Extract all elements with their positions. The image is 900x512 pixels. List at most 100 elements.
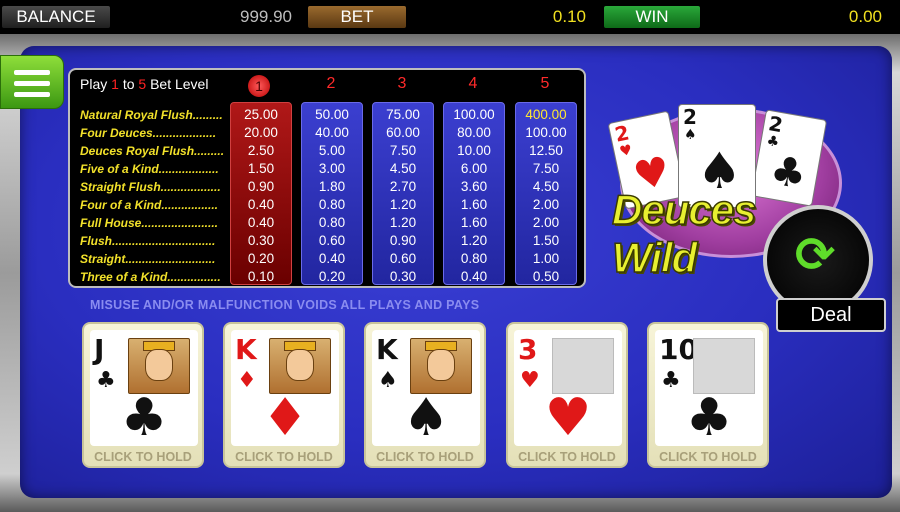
payout-cell: 25.00 [244, 107, 278, 122]
bet-level-3[interactable]: 3 [371, 75, 433, 93]
payout-cell: 20.00 [244, 125, 278, 140]
card-rank: K [376, 333, 398, 366]
payout-cell: 40.00 [315, 125, 349, 140]
play-instruction: Play 1 to 5 Bet Level [80, 76, 208, 92]
bet-label: BET [308, 6, 406, 28]
win-value: 0.00 [848, 7, 882, 26]
payout-cell: 0.50 [532, 269, 560, 284]
bet-level-5[interactable]: 5 [514, 75, 576, 93]
payout-cell: 1.50 [532, 233, 560, 248]
payout-cell: 60.00 [386, 125, 420, 140]
card-suit-small: ♦ [237, 368, 257, 393]
card-slot-5[interactable]: 10 ♣ ♣ CLICK TO HOLD [647, 322, 769, 468]
playing-card[interactable]: J ♣ ♣ [90, 330, 198, 446]
payout-cell: 1.20 [389, 215, 417, 230]
hold-label[interactable]: CLICK TO HOLD [508, 450, 626, 464]
payout-cell: 0.80 [318, 215, 346, 230]
hand-name: Three of a Kind................ [80, 270, 221, 284]
payout-cell: 7.50 [389, 143, 417, 158]
playing-card[interactable]: K ♠ ♠ [372, 330, 480, 446]
balance-label: BALANCE [2, 6, 110, 28]
play-to: to [122, 76, 135, 92]
court-figure-icon [410, 338, 472, 394]
payout-cell: 0.30 [247, 233, 275, 248]
payout-cell: 1.20 [460, 233, 488, 248]
bet-level-2[interactable]: 2 [300, 75, 362, 93]
hold-label[interactable]: CLICK TO HOLD [649, 450, 767, 464]
refresh-icon: ⟳ [795, 227, 836, 283]
card-suit-small: ♠ [378, 368, 398, 393]
bet-level-4[interactable]: 4 [442, 75, 504, 93]
payout-cell: 1.00 [532, 251, 560, 266]
card-panel [693, 338, 755, 394]
payout-column-1: 25.00 20.00 2.50 1.50 0.90 0.40 0.40 0.30 0.20 0.… [230, 102, 292, 285]
hold-label[interactable]: CLICK TO HOLD [225, 450, 343, 464]
payout-cell: 2.50 [247, 143, 275, 158]
balance-value: 999.90 [240, 7, 292, 26]
win-label: WIN [604, 6, 700, 28]
card-panel [552, 338, 614, 394]
payout-cell: 80.00 [457, 125, 491, 140]
payout-cell: 0.60 [389, 251, 417, 266]
payout-cell: 2.70 [389, 179, 417, 194]
card-suit-big: ♦ [261, 388, 309, 448]
court-figure-icon [128, 338, 190, 394]
payout-cell: 100.00 [525, 125, 567, 140]
payout-cell: 1.60 [460, 197, 488, 212]
payout-cell: 0.40 [460, 269, 488, 284]
bet-level-1[interactable]: 1 [228, 75, 290, 97]
playing-card[interactable]: K ♦ ♦ [231, 330, 339, 446]
hold-label[interactable]: CLICK TO HOLD [84, 450, 202, 464]
payout-cell: 0.90 [389, 233, 417, 248]
hamburger-icon-bar [14, 81, 50, 86]
card-slot-4[interactable]: 3 ♥ ♥ CLICK TO HOLD [506, 322, 628, 468]
payout-cell: 4.50 [389, 161, 417, 176]
hamburger-icon-bar [14, 70, 50, 75]
playing-card[interactable]: 10 ♣ ♣ [655, 330, 763, 446]
payout-cell: 0.40 [247, 215, 275, 230]
court-figure-icon [269, 338, 331, 394]
hand-names-list: Natural Royal Flush......... Four Deuces… [80, 106, 230, 286]
payout-cell: 12.50 [529, 143, 563, 158]
payout-cell: 5.00 [318, 143, 346, 158]
card-slot-3[interactable]: K ♠ ♠ CLICK TO HOLD [364, 322, 486, 468]
payout-cell: 0.20 [247, 251, 275, 266]
payout-column-3: 75.00 60.00 7.50 4.50 2.70 1.20 1.20 0.90 0.60 0.… [372, 102, 434, 285]
play-prefix: Play [80, 76, 108, 92]
hand-name: Deuces Royal Flush......... [80, 144, 225, 158]
playing-card[interactable]: 3 ♥ ♥ [514, 330, 622, 446]
payout-cell: 3.00 [318, 161, 346, 176]
payout-cell: 3.60 [460, 179, 488, 194]
payout-cell: 0.80 [318, 197, 346, 212]
payout-cell: 1.60 [460, 215, 488, 230]
card-slot-1[interactable]: J ♣ ♣ CLICK TO HOLD [82, 322, 204, 468]
card-suit-big: ♠ [402, 388, 450, 448]
card-suit-big: ♣ [685, 388, 733, 448]
deal-label-button[interactable]: Deal [776, 298, 886, 332]
payout-cell: 0.30 [389, 269, 417, 284]
payout-cell: 0.40 [247, 197, 275, 212]
card-slot-2[interactable]: K ♦ ♦ CLICK TO HOLD [223, 322, 345, 468]
top-status-bar: BALANCE 999.90 BET 0.10 WIN 0.00 [0, 0, 900, 34]
payout-cell: 4.50 [532, 179, 560, 194]
hand-name: Full House....................... [80, 216, 219, 230]
payout-cell: 100.00 [453, 107, 495, 122]
hand-name: Four Deuces................... [80, 126, 217, 140]
hold-label[interactable]: CLICK TO HOLD [366, 450, 484, 464]
paytable-header: Play 1 to 5 Bet Level 1 2 3 4 5 [70, 70, 584, 100]
card-rank: K [235, 333, 257, 366]
card-suit-small: ♥ [520, 368, 540, 393]
play-suffix: Bet Level [150, 76, 209, 92]
menu-button[interactable] [0, 55, 64, 109]
payout-cell: 7.50 [532, 161, 560, 176]
card-rank: 3 [518, 333, 538, 366]
hand-name: Four of a Kind................. [80, 198, 218, 212]
payout-cell: 6.00 [460, 161, 488, 176]
hamburger-icon-bar [14, 92, 50, 97]
payout-cell: 0.60 [318, 233, 346, 248]
payout-column-2: 50.00 40.00 5.00 3.00 1.80 0.80 0.80 0.60 0.40 0.… [301, 102, 363, 285]
play-min: 1 [111, 76, 119, 92]
paytable: Play 1 to 5 Bet Level 1 2 3 4 5 Natural … [68, 68, 586, 288]
card-rank: J [94, 333, 105, 366]
payout-cell: 2.00 [532, 215, 560, 230]
